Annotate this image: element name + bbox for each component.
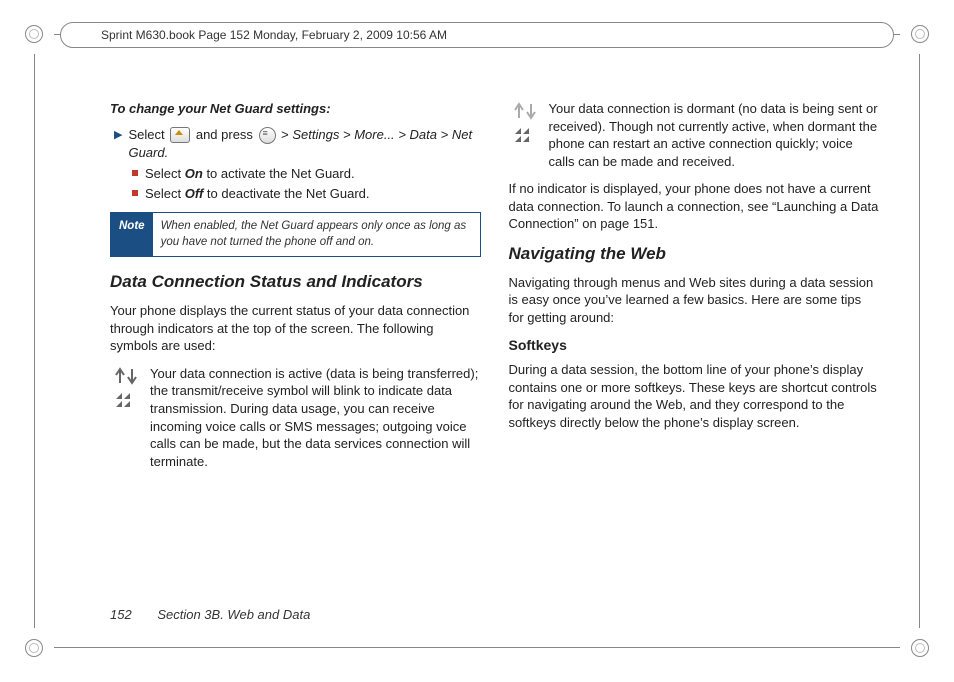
step-row: ▶ Select and press > Settings > More... … bbox=[114, 126, 481, 162]
corner-ornament-icon bbox=[911, 25, 929, 43]
right-column: Your data connection is dormant (no data… bbox=[509, 100, 880, 602]
substep-text: Select On to activate the Net Guard. bbox=[145, 165, 355, 183]
indicator-row-active: Your data connection is active (data is … bbox=[110, 365, 481, 470]
home-key-icon bbox=[170, 127, 190, 143]
body-paragraph: Your phone displays the current status o… bbox=[110, 302, 481, 355]
indicator-row-dormant: Your data connection is dormant (no data… bbox=[509, 100, 880, 170]
running-header: Sprint M630.book Page 152 Monday, Februa… bbox=[60, 22, 894, 48]
crop-mark bbox=[34, 54, 35, 628]
text-fragment: Select bbox=[128, 127, 168, 142]
nav-data: Data bbox=[410, 127, 437, 142]
substep-row: Select On to activate the Net Guard. bbox=[132, 165, 481, 183]
left-column: To change your Net Guard settings: ▶ Sel… bbox=[110, 100, 481, 602]
indicator-active-text: Your data connection is active (data is … bbox=[150, 365, 481, 470]
option-off: Off bbox=[185, 186, 204, 201]
note-label: Note bbox=[111, 213, 153, 256]
text-fragment: and press bbox=[196, 127, 257, 142]
bullet-square-icon bbox=[132, 190, 138, 196]
corner-ornament-icon bbox=[911, 639, 929, 657]
nav-sep: > bbox=[441, 127, 452, 142]
indicator-dormant-text: Your data connection is dormant (no data… bbox=[549, 100, 880, 170]
footer-section: Section 3B. Web and Data bbox=[157, 607, 310, 622]
instruction-heading: To change your Net Guard settings: bbox=[110, 100, 481, 118]
data-active-icon bbox=[110, 365, 144, 470]
page-number: 152 bbox=[110, 607, 132, 622]
body-paragraph: If no indicator is displayed, your phone… bbox=[509, 180, 880, 233]
section-heading: Navigating the Web bbox=[509, 243, 880, 266]
nav-sep: > bbox=[398, 127, 409, 142]
step-arrow-icon: ▶ bbox=[114, 126, 122, 162]
text-fragment: > bbox=[281, 127, 292, 142]
corner-ornament-icon bbox=[25, 639, 43, 657]
nav-more: More... bbox=[354, 127, 394, 142]
note-box: Note When enabled, the Net Guard appears… bbox=[110, 212, 481, 257]
substep-text: Select Off to deactivate the Net Guard. bbox=[145, 185, 370, 203]
substep-row: Select Off to deactivate the Net Guard. bbox=[132, 185, 481, 203]
body-paragraph: Navigating through menus and Web sites d… bbox=[509, 274, 880, 327]
data-dormant-icon bbox=[509, 100, 543, 170]
page-footer: 152 Section 3B. Web and Data bbox=[110, 606, 310, 624]
nav-sep: > bbox=[343, 127, 354, 142]
bullet-square-icon bbox=[132, 170, 138, 176]
subsection-heading: Softkeys bbox=[509, 336, 880, 355]
text-fragment: to deactivate the Net Guard. bbox=[207, 186, 370, 201]
corner-ornament-icon bbox=[25, 25, 43, 43]
crop-mark bbox=[919, 54, 920, 628]
body-paragraph: During a data session, the bottom line o… bbox=[509, 361, 880, 431]
running-header-text: Sprint M630.book Page 152 Monday, Februa… bbox=[101, 27, 447, 43]
section-heading: Data Connection Status and Indicators bbox=[110, 271, 481, 294]
text-fragment: to activate the Net Guard. bbox=[206, 166, 354, 181]
option-on: On bbox=[185, 166, 203, 181]
text-fragment: Select bbox=[145, 166, 185, 181]
nav-settings: Settings bbox=[292, 127, 339, 142]
step-text: Select and press > Settings > More... > … bbox=[128, 126, 480, 162]
text-fragment: Select bbox=[145, 186, 185, 201]
crop-mark bbox=[54, 647, 900, 648]
note-text: When enabled, the Net Guard appears only… bbox=[153, 213, 480, 256]
menu-key-icon bbox=[259, 127, 276, 144]
